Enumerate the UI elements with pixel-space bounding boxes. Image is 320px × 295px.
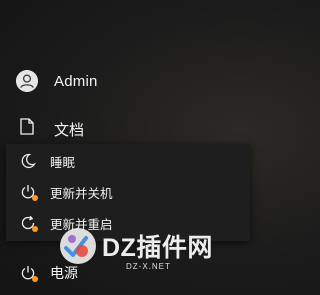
restart-update-icon <box>20 215 38 232</box>
watermark-url: DZ-X.NET <box>126 262 171 271</box>
moon-icon <box>20 153 36 169</box>
power-icon <box>20 265 38 282</box>
power-label: 电源 <box>50 265 78 281</box>
sleep-label: 睡眠 <box>50 155 76 170</box>
update-badge-dot <box>32 276 38 282</box>
start-menu-left-column: Admin 文档 睡眠 更新并关机 更新并重启 电源 DZ插件网 DZ-X.NE… <box>0 0 250 295</box>
power-options-flyout: 睡眠 更新并关机 更新并重启 <box>6 144 250 241</box>
update-and-shutdown-label: 更新并关机 <box>50 186 113 201</box>
update-and-shutdown-menu-item[interactable]: 更新并关机 <box>6 177 250 207</box>
power-update-icon <box>20 184 38 201</box>
sleep-menu-item[interactable]: 睡眠 <box>6 146 250 176</box>
user-account-button[interactable]: Admin <box>16 64 98 98</box>
documents-label: 文档 <box>54 121 85 139</box>
documents-button[interactable]: 文档 <box>20 115 84 143</box>
document-icon <box>20 118 34 140</box>
user-name: Admin <box>54 72 98 90</box>
user-avatar-icon <box>16 70 38 92</box>
update-badge-dot <box>32 226 38 232</box>
update-and-restart-menu-item[interactable]: 更新并重启 <box>6 208 250 238</box>
power-button[interactable]: 电源 <box>20 260 78 286</box>
update-badge-dot <box>32 195 38 201</box>
update-and-restart-label: 更新并重启 <box>50 217 113 232</box>
